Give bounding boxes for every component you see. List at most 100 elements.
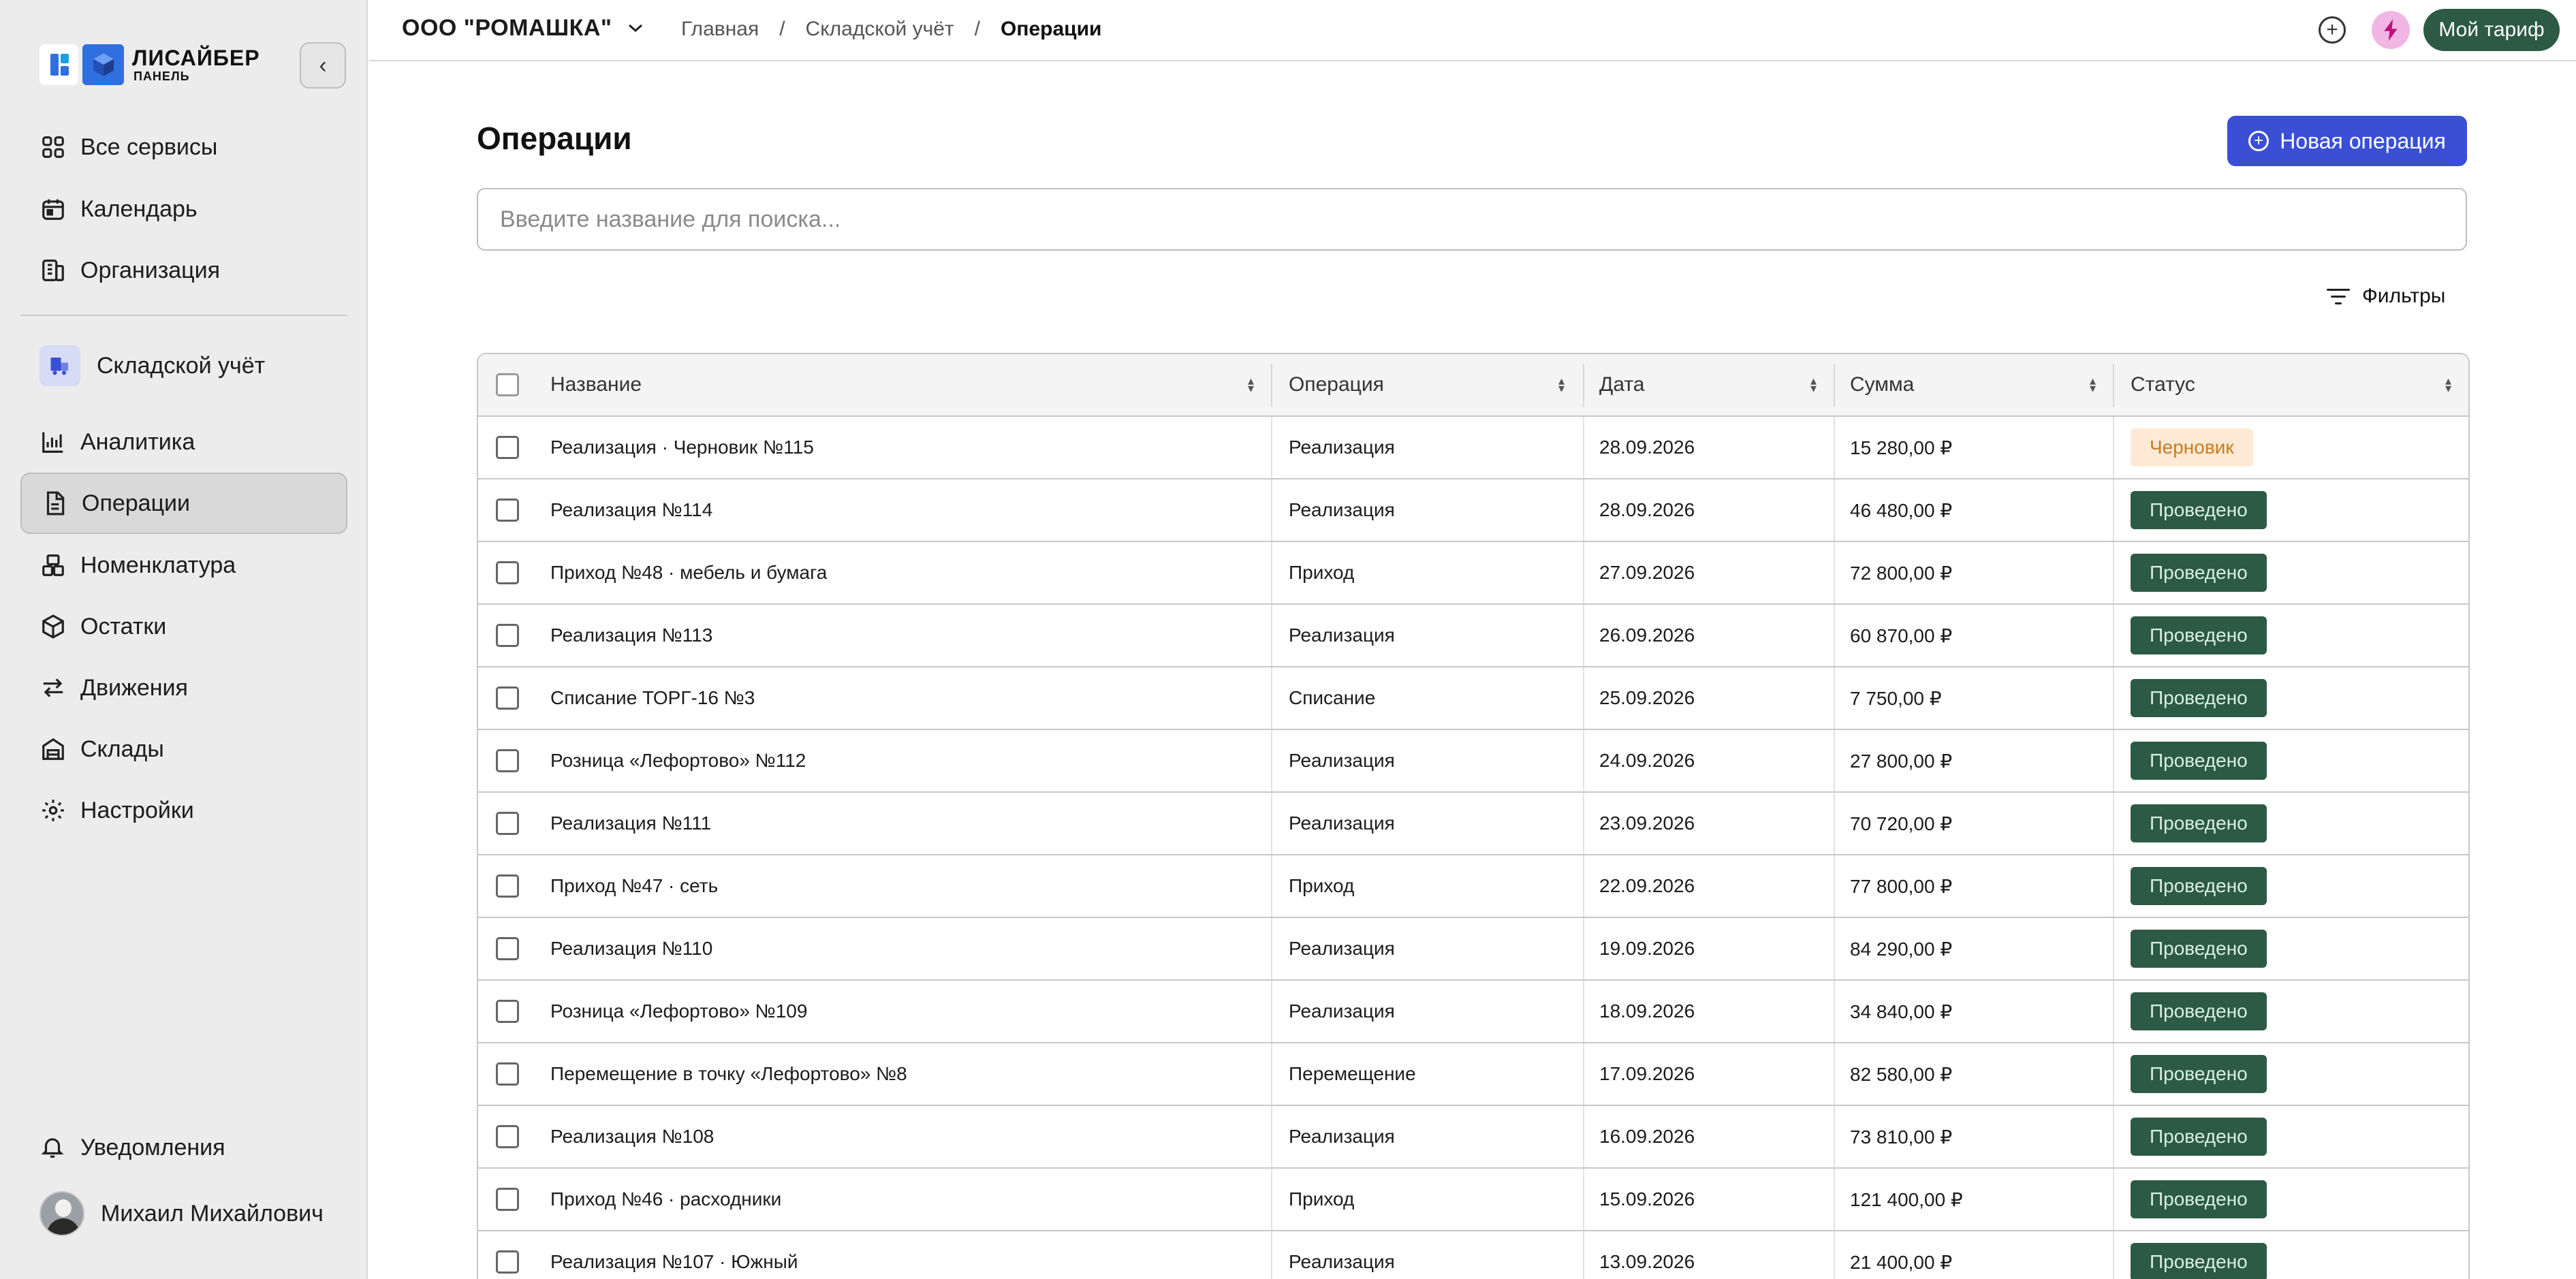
row-checkbox[interactable] — [496, 1062, 519, 1086]
table-row[interactable]: Реализация №107 · Южный Реализация 13.09.2… — [478, 1231, 2468, 1279]
sidebar-section-warehouse[interactable]: Складской учёт — [20, 335, 347, 396]
table-row[interactable]: Приход №47 · сеть Приход 22.09.2026 77 800,… — [478, 855, 2468, 918]
bolt-icon[interactable] — [2372, 11, 2410, 49]
column-header-date[interactable]: Дата — [1599, 354, 1644, 415]
column-divider — [1834, 1106, 1835, 1167]
sidebar-item-settings[interactable]: Настройки — [20, 780, 347, 841]
filters-button[interactable]: Фильтры — [2327, 285, 2445, 308]
table-row[interactable]: Приход №46 · расходники Приход 15.09.2026 1… — [478, 1169, 2468, 1231]
row-checkbox[interactable] — [496, 436, 519, 459]
row-checkbox[interactable] — [496, 1188, 519, 1211]
table-row[interactable]: Списание ТОРГ-16 №3 Списание 25.09.2026 7 7… — [478, 667, 2468, 730]
breadcrumb-warehouse[interactable]: Складской учёт — [806, 18, 954, 41]
row-checkbox[interactable] — [496, 1250, 519, 1274]
column-divider — [1583, 793, 1584, 854]
table-row[interactable]: Розница «Лефортово» №109 Реализация 18.09.… — [478, 981, 2468, 1043]
select-all-checkbox[interactable] — [496, 373, 519, 396]
collapse-sidebar-button[interactable]: ‹ — [300, 42, 346, 89]
column-divider — [2113, 1231, 2114, 1279]
sidebar-item-label: Остатки — [80, 613, 167, 640]
table-row[interactable]: Реализация №110 Реализация 19.09.2026 84 29… — [478, 918, 2468, 981]
column-header-sum[interactable]: Сумма — [1850, 354, 1914, 415]
column-divider — [1583, 1169, 1584, 1230]
row-checkbox[interactable] — [496, 937, 519, 960]
column-divider — [1583, 730, 1584, 791]
sidebar-item-organization[interactable]: Организация — [20, 240, 347, 301]
column-divider — [1834, 605, 1835, 666]
sort-icon[interactable]: ▴ ▾ — [1810, 375, 1817, 394]
sort-icon[interactable]: ▴ ▾ — [1558, 375, 1565, 394]
add-icon[interactable]: + — [2319, 16, 2346, 44]
search-input[interactable] — [477, 188, 2467, 251]
row-checkbox[interactable] — [496, 1000, 519, 1023]
org-switcher[interactable]: ООО "РОМАШКА" — [402, 15, 644, 42]
sidebar-item-nomenclature[interactable]: Номенклатура — [20, 535, 347, 596]
table-row[interactable]: Реализация №113 Реализация 26.09.2026 60 87… — [478, 605, 2468, 667]
sidebar-item-movements[interactable]: Движения — [20, 657, 347, 719]
sidebar-item-label: Настройки — [80, 797, 194, 823]
status-badge: Проведено — [2131, 992, 2267, 1030]
column-header-operation[interactable]: Операция — [1289, 354, 1384, 415]
table-row[interactable]: Розница «Лефортово» №112 Реализация 24.09.… — [478, 730, 2468, 793]
cell-name: Приход №47 · сеть — [550, 875, 719, 896]
row-checkbox[interactable] — [496, 749, 519, 772]
my-tariff-button[interactable]: Мой тариф — [2423, 9, 2560, 51]
sidebar-item-label: Номенклатура — [80, 552, 236, 578]
table-row[interactable]: Перемещение в точку «Лефортово» №8 Переме… — [478, 1043, 2468, 1106]
row-checkbox[interactable] — [496, 1125, 519, 1148]
cell-date: 15.09.2026 — [1599, 1188, 1695, 1210]
row-checkbox[interactable] — [496, 874, 519, 898]
sidebar-item-notifications[interactable]: Уведомления — [40, 1117, 225, 1178]
column-divider — [1583, 417, 1584, 478]
status-badge: Проведено — [2131, 930, 2267, 968]
column-divider — [1271, 667, 1272, 729]
column-header-status[interactable]: Статус — [2131, 354, 2195, 415]
sidebar-item-analytics[interactable]: Аналитика — [20, 411, 347, 473]
cell-op: Списание — [1289, 687, 1376, 708]
new-operation-button[interactable]: + Новая операция — [2227, 116, 2467, 166]
cell-sum: 46 480,00 ₽ — [1850, 499, 1953, 521]
breadcrumb-current: Операции — [1001, 18, 1102, 40]
cell-sum: 70 720,00 ₽ — [1850, 812, 1953, 834]
sort-icon[interactable]: ▴ ▾ — [2445, 375, 2451, 394]
page-title: Операции — [477, 121, 632, 156]
column-header-name[interactable]: Название — [550, 354, 642, 415]
table-row[interactable]: Реализация №114 Реализация 28.09.2026 46 48… — [478, 479, 2468, 542]
sidebar-item-label: Календарь — [80, 195, 198, 222]
cell-sum: 60 870,00 ₽ — [1850, 625, 1953, 646]
sidebar-item-all-services[interactable]: Все сервисы — [20, 116, 347, 178]
column-divider — [1271, 417, 1272, 478]
table-row[interactable]: Реализация №108 Реализация 16.09.2026 73 81… — [478, 1106, 2468, 1169]
column-divider — [2113, 855, 2114, 917]
sort-icon[interactable]: ▴ ▾ — [1248, 375, 1254, 394]
cell-date: 18.09.2026 — [1599, 1000, 1695, 1022]
status-badge: Проведено — [2131, 867, 2267, 905]
row-checkbox[interactable] — [496, 561, 519, 584]
status-badge: Проведено — [2131, 1118, 2267, 1156]
breadcrumb-separator: / — [779, 18, 785, 40]
cell-name: Реализация №113 — [550, 625, 713, 646]
table-row[interactable]: Приход №48 · мебель и бумага Приход 27.09.… — [478, 542, 2468, 605]
cell-name: Перемещение в точку «Лефортово» №8 — [550, 1063, 907, 1084]
row-checkbox[interactable] — [496, 812, 519, 835]
building-icon — [40, 257, 67, 284]
sidebar-item-stock[interactable]: Остатки — [20, 596, 347, 657]
user-profile[interactable]: Михаил Михайлович — [40, 1185, 324, 1242]
sort-icon[interactable]: ▴ ▾ — [2090, 375, 2096, 394]
column-divider — [2113, 981, 2114, 1042]
sidebar-item-operations[interactable]: Операции — [20, 473, 347, 534]
table-row[interactable]: Реализация №111 Реализация 23.09.2026 70 72… — [478, 793, 2468, 855]
row-checkbox[interactable] — [496, 624, 519, 647]
row-checkbox[interactable] — [496, 686, 519, 710]
breadcrumb-home[interactable]: Главная — [681, 18, 759, 41]
arrows-icon — [40, 674, 67, 701]
sidebar-item-calendar[interactable]: Календарь — [20, 178, 347, 240]
row-checkbox[interactable] — [496, 499, 519, 522]
status-cell: Проведено — [2131, 1106, 2267, 1167]
cell-name: Списание ТОРГ-16 №3 — [550, 687, 755, 708]
status-cell: Проведено — [2131, 918, 2267, 979]
sidebar-item-warehouses[interactable]: Склады — [20, 719, 347, 780]
breadcrumb-separator: / — [974, 18, 980, 40]
table-row[interactable]: Реализация · Черновик №115 Реализация 28.0… — [478, 417, 2468, 479]
cell-op: Реализация — [1289, 812, 1395, 834]
